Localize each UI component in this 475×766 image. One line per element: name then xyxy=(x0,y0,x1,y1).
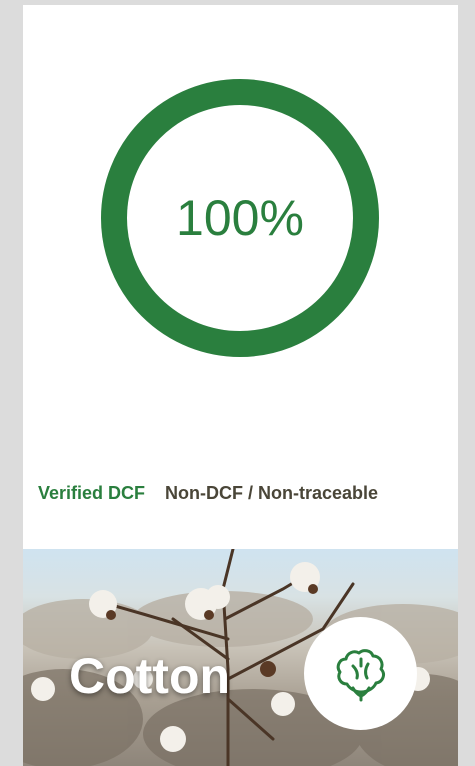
progress-ring: 100% xyxy=(101,79,379,357)
traceability-card: 100% Verified DCF Non-DCF / Non-traceabl… xyxy=(23,5,458,766)
legend-verified-dcf: Verified DCF xyxy=(38,483,146,503)
material-banner[interactable]: Cotton xyxy=(23,549,458,766)
legend-non-dcf: Non-DCF / Non-traceable xyxy=(165,483,379,503)
legend: Verified DCF Non-DCF / Non-traceable xyxy=(38,483,378,504)
material-icon-badge[interactable] xyxy=(304,617,417,730)
material-title: Cotton xyxy=(69,648,231,704)
cotton-boll-icon xyxy=(336,648,385,701)
progress-percent-label: 100% xyxy=(176,190,304,246)
